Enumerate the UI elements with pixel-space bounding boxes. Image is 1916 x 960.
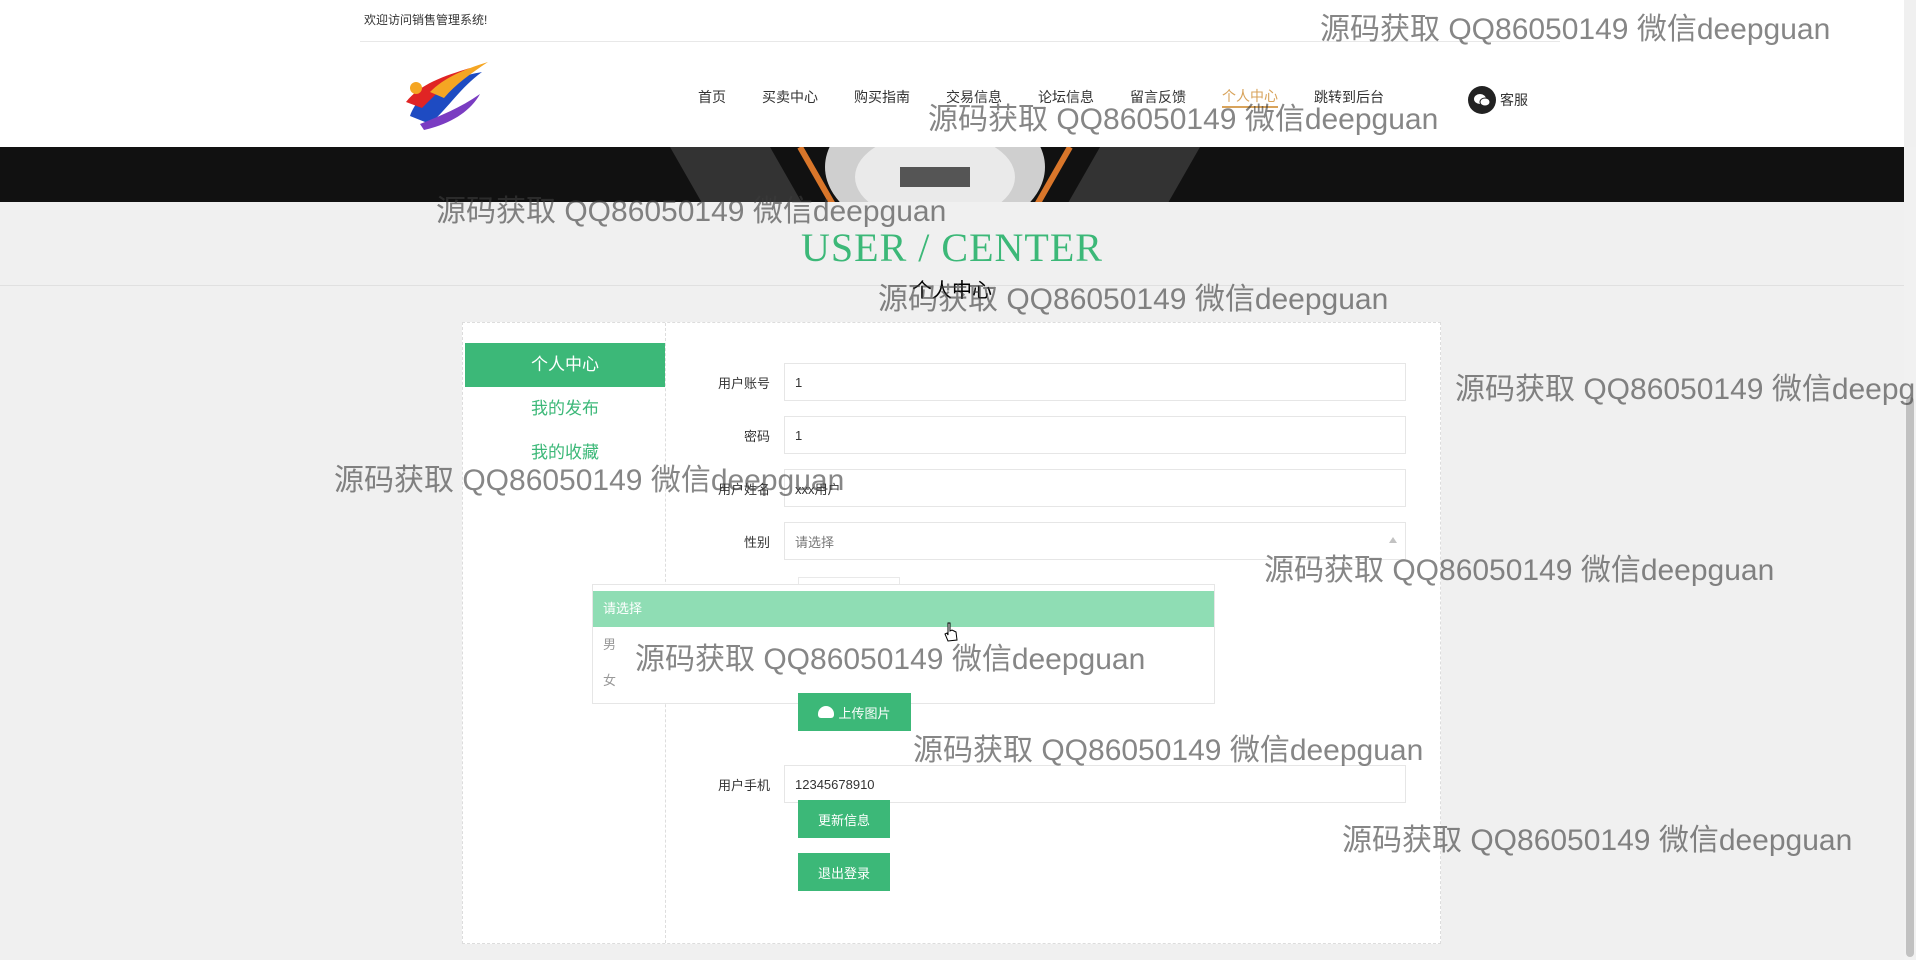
password-input[interactable]: 1 bbox=[784, 416, 1406, 454]
upload-image-button[interactable]: 上传图片 bbox=[798, 693, 911, 731]
nav-home[interactable]: 首页 bbox=[698, 87, 726, 107]
nav-feedback[interactable]: 留言反馈 bbox=[1130, 87, 1186, 107]
nav-trade-center[interactable]: 买卖中心 bbox=[762, 87, 818, 107]
update-info-button[interactable]: 更新信息 bbox=[798, 800, 890, 838]
watermark: 源码获取 QQ86050149 微信deepguan bbox=[1455, 373, 1916, 406]
hand-cursor-icon bbox=[944, 622, 958, 642]
gender-select[interactable]: 请选择 bbox=[784, 522, 1406, 560]
page-title-area: USER / CENTER 个人中心 bbox=[0, 202, 1904, 302]
upload-label: 上传图片 bbox=[838, 705, 891, 721]
account-row: 用户账号 1 bbox=[666, 363, 1406, 401]
welcome-text: 欢迎访问销售管理系统! bbox=[364, 13, 488, 27]
account-input[interactable]: 1 bbox=[784, 363, 1406, 401]
phone-label: 用户手机 bbox=[717, 777, 770, 793]
password-label: 密码 bbox=[743, 428, 770, 444]
sidebar-item-my-posts[interactable]: 我的发布 bbox=[465, 387, 665, 431]
logout-button[interactable]: 退出登录 bbox=[798, 853, 890, 891]
sidebar-item-user-center[interactable]: 个人中心 bbox=[465, 343, 665, 387]
gender-dropdown: 请选择 男 女 bbox=[592, 584, 1215, 704]
sidebar-item-my-favorites[interactable]: 我的收藏 bbox=[465, 431, 665, 475]
select-caret-icon bbox=[1389, 537, 1397, 543]
banner bbox=[0, 147, 1904, 202]
phone-row: 用户手机 12345678910 bbox=[666, 765, 1406, 803]
cloud-upload-icon bbox=[818, 706, 835, 718]
account-label: 用户账号 bbox=[717, 375, 770, 391]
page-title-en: USER / CENTER bbox=[801, 225, 1103, 270]
gender-label: 性别 bbox=[743, 534, 770, 550]
banner-emblem bbox=[670, 147, 1200, 202]
phone-input[interactable]: 12345678910 bbox=[784, 765, 1406, 803]
nav-forum[interactable]: 论坛信息 bbox=[1038, 87, 1094, 107]
top-bar: 欢迎访问销售管理系统! bbox=[360, 0, 1560, 42]
name-input[interactable]: xxx用户 bbox=[784, 469, 1406, 507]
logo[interactable] bbox=[400, 58, 492, 132]
main-nav: 首页 买卖中心 购买指南 交易信息 论坛信息 留言反馈 个人中心 跳转到后台 bbox=[698, 86, 1420, 108]
name-row: 用户姓名 xxx用户 bbox=[666, 469, 1406, 507]
nav-transaction-info[interactable]: 交易信息 bbox=[946, 87, 1002, 107]
header: 欢迎访问销售管理系统! 首页 买卖中心 购买指南 交易信息 论坛信息 留言反馈 … bbox=[0, 0, 1904, 147]
page-scrollbar[interactable] bbox=[1904, 147, 1916, 960]
customer-service-button[interactable]: 客服 bbox=[1468, 86, 1528, 114]
nav-admin[interactable]: 跳转到后台 bbox=[1314, 87, 1384, 107]
nav-purchase-guide[interactable]: 购买指南 bbox=[854, 87, 910, 107]
gender-option-none[interactable]: 请选择 bbox=[593, 591, 1214, 627]
gender-option-male[interactable]: 男 bbox=[593, 627, 1214, 663]
service-label: 客服 bbox=[1500, 92, 1528, 108]
wechat-icon bbox=[1468, 86, 1496, 114]
gender-row: 性别 请选择 bbox=[666, 522, 1406, 560]
nav-user-center[interactable]: 个人中心 bbox=[1222, 86, 1278, 108]
gender-select-value: 请选择 bbox=[795, 534, 835, 550]
scrollbar-thumb[interactable] bbox=[1906, 397, 1914, 957]
page-title-zh: 个人中心 bbox=[912, 280, 992, 302]
password-row: 密码 1 bbox=[666, 416, 1406, 454]
name-label: 用户姓名 bbox=[717, 481, 770, 497]
